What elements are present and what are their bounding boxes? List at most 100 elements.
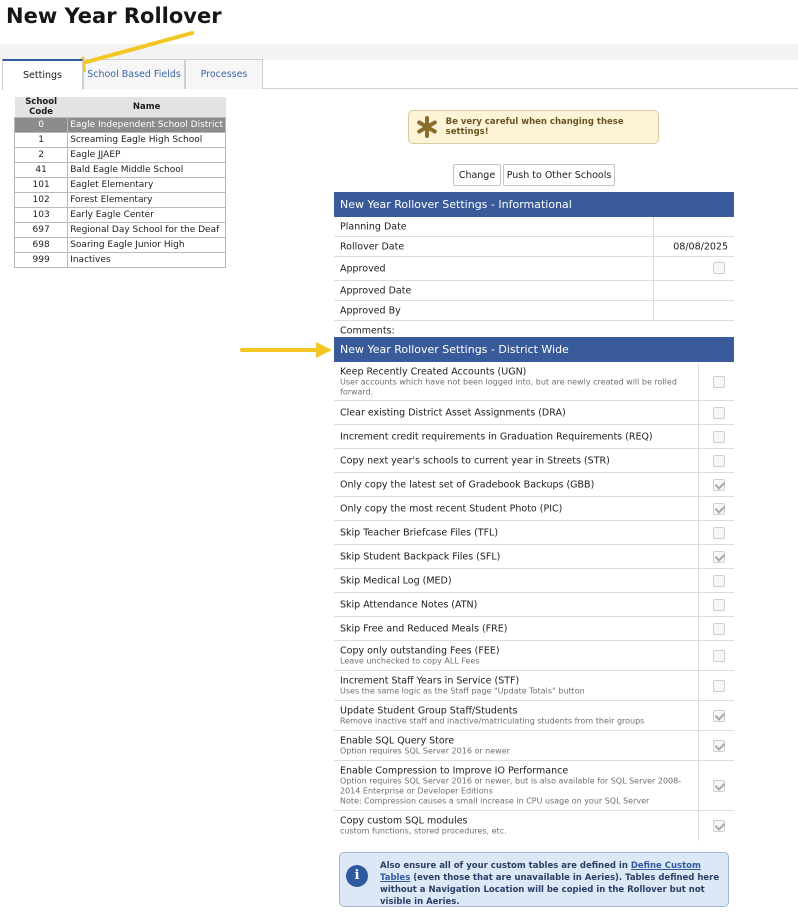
school-row[interactable]: 0 Eagle Independent School District [13,117,226,133]
setting-label: Clear existing District Asset Assignment… [340,407,566,418]
warning-box: Be very careful when changing these sett… [408,110,659,144]
setting-label: Skip Medical Log (MED) [340,575,452,586]
approved-date-row: Approved Date [334,281,734,301]
setting-label: Copy only outstanding Fees (FEE) [340,645,500,656]
district-setting-row: Skip Free and Reduced Meals (FRE) [334,617,734,641]
row-divider [698,449,699,472]
setting-checkbox[interactable] [713,820,725,832]
row-divider [698,701,699,730]
setting-checkbox[interactable] [713,478,725,491]
row-divider [698,425,699,448]
setting-description: User accounts which have not been logged… [340,377,677,396]
district-setting-row: Only copy the most recent Student Photo … [334,497,734,521]
setting-checkbox[interactable] [713,430,725,443]
setting-checkbox[interactable] [713,598,725,611]
school-code-cell: 102 [13,192,69,208]
setting-text: Skip Student Backpack Files (SFL) [340,551,692,562]
school-row[interactable]: 101 Eaglet Elementary [13,177,226,193]
school-table: School Code Name 0 Eagle Independent Scho… [13,97,226,268]
change-button[interactable]: Change [453,164,501,186]
setting-checkbox[interactable] [713,526,725,539]
row-divider [698,593,699,616]
district-setting-row: Skip Teacher Briefcase Files (TFL) [334,521,734,545]
tab-settings[interactable]: Settings [2,59,83,90]
school-code-cell: 103 [13,207,69,223]
school-row[interactable]: 698 Soaring Eagle Junior High [13,237,226,253]
row-divider [653,301,654,320]
setting-checkbox[interactable] [713,779,725,792]
school-row[interactable]: 999 Inactives [13,252,226,268]
info-icon: i [346,865,368,887]
setting-label: Copy next year's schools to current year… [340,455,610,466]
setting-checkbox[interactable] [713,502,725,515]
district-setting-row: Enable Compression to Improve IO Perform… [334,761,734,811]
rollover-date-value[interactable]: 08/08/2025 [673,241,728,252]
school-code-cell: 999 [13,252,69,268]
row-divider [698,545,699,568]
setting-label: Increment credit requirements in Graduat… [340,431,653,442]
district-wide-settings: Keep Recently Created Accounts (UGN) User… [334,363,734,841]
tab-bar: Settings School Based Fields Processes [2,59,798,90]
row-divider [698,497,699,520]
setting-text: Enable SQL Query Store Option requires SQ… [340,735,692,756]
school-name-cell: Early Eagle Center [67,207,226,223]
title-band [0,44,798,60]
school-row[interactable]: 1 Screaming Eagle High School [13,132,226,148]
approved-by-label: Approved By [340,305,401,316]
setting-checkbox[interactable] [713,679,725,692]
tab-school-based-fields[interactable]: School Based Fields [83,59,185,89]
setting-description: Uses the same logic as the Staff page "U… [340,686,585,695]
school-name-cell: Eagle JJAEP [67,147,226,163]
setting-checkbox[interactable] [713,550,725,563]
district-setting-row: Skip Medical Log (MED) [334,569,734,593]
setting-label: Skip Free and Reduced Meals (FRE) [340,623,508,634]
school-row[interactable]: 41 Bald Eagle Middle School [13,162,226,178]
school-name-cell: Eaglet Elementary [67,177,226,193]
row-divider [653,257,654,280]
school-row[interactable]: 102 Forest Elementary [13,192,226,208]
setting-checkbox[interactable] [713,406,725,419]
school-row[interactable]: 697 Regional Day School for the Deaf [13,222,226,238]
page-title: New Year Rollover [6,4,222,28]
note-text-after: (even those that are unavailable in Aeri… [380,873,720,907]
informational-header: New Year Rollover Settings - Information… [334,192,734,217]
school-code-cell: 41 [13,162,69,178]
setting-checkbox[interactable] [713,739,725,752]
approved-by-row: Approved By [334,301,734,321]
district-setting-row: Only copy the latest set of Gradebook Ba… [334,473,734,497]
tab-processes[interactable]: Processes [185,59,263,89]
district-setting-row: Update Student Group Staff/Students Remov… [334,701,734,731]
setting-label: Update Student Group Staff/Students [340,705,518,716]
district-setting-row: Copy custom SQL modules custom functions,… [334,811,734,841]
push-to-other-schools-button[interactable]: Push to Other Schools [503,164,615,186]
setting-checkbox[interactable] [713,574,725,587]
approved-checkbox[interactable] [713,262,725,274]
approved-label: Approved [340,263,386,274]
setting-text: Copy only outstanding Fees (FEE) Leave un… [340,645,692,666]
row-divider [698,521,699,544]
setting-checkbox[interactable] [713,709,725,722]
school-row[interactable]: 2 Eagle JJAEP [13,147,226,163]
district-setting-row: Copy only outstanding Fees (FEE) Leave un… [334,641,734,671]
school-row[interactable]: 103 Early Eagle Center [13,207,226,223]
setting-checkbox[interactable] [713,649,725,662]
rollover-date-row: Rollover Date 08/08/2025 [334,237,734,257]
school-name-cell: Inactives [67,252,226,268]
comments-label: Comments: [340,325,395,336]
row-divider [698,569,699,592]
setting-label: Copy custom SQL modules [340,815,468,827]
asterisk-icon [415,114,440,140]
setting-description: Remove inactive staff and inactive/matri… [340,716,645,725]
school-code-cell: 101 [13,177,69,193]
setting-text: Update Student Group Staff/Students Remov… [340,705,692,726]
setting-checkbox[interactable] [713,454,725,467]
school-name-cell: Forest Elementary [67,192,226,208]
row-divider [698,641,699,670]
column-header-name: Name [67,97,226,118]
setting-checkbox[interactable] [713,375,725,388]
school-code-cell: 2 [13,147,69,163]
district-wide-header: New Year Rollover Settings - District Wi… [334,337,734,362]
district-setting-row: Skip Student Backpack Files (SFL) [334,545,734,569]
setting-checkbox[interactable] [713,622,725,635]
school-name-cell: Regional Day School for the Deaf [67,222,226,238]
